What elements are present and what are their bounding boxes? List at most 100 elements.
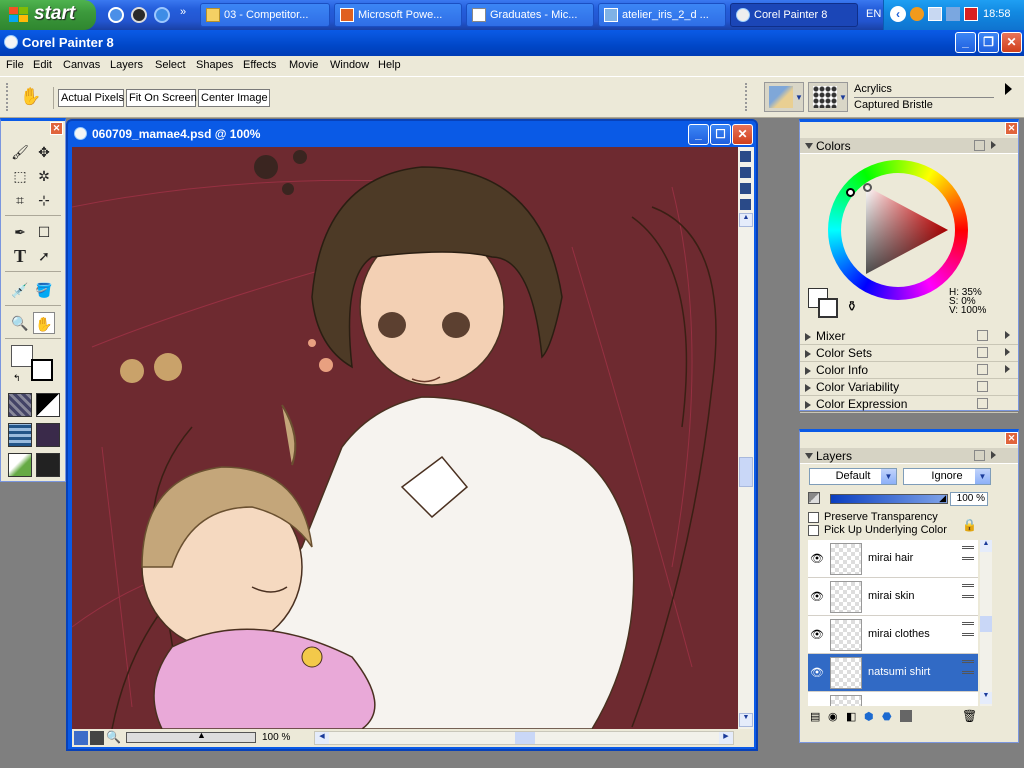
pen-tool-icon[interactable]: ✒ [9, 221, 31, 243]
scroll-right-button[interactable]: ▶ [719, 732, 733, 744]
crop-tool-icon[interactable]: ⌗ [9, 189, 31, 211]
maximize-button[interactable]: ❐ [978, 32, 999, 53]
rectangle-select-tool-icon[interactable]: ⬚ [9, 165, 31, 187]
layer-item[interactable]: 👁 mirai hair [808, 540, 978, 578]
menu-help[interactable]: Help [378, 59, 401, 71]
look-selector-icon[interactable] [36, 453, 60, 477]
layer-item[interactable]: 👁 mirai skin [808, 578, 978, 616]
taskbar-item-atelier[interactable]: atelier_iris_2_d ... [598, 3, 726, 27]
navigator-icon[interactable] [740, 151, 751, 162]
brush-tool-icon[interactable]: 🖌 [9, 141, 31, 163]
scrollbar-thumb[interactable] [980, 616, 992, 632]
canvas-artwork[interactable] [72, 147, 738, 729]
media-player-icon[interactable] [131, 7, 147, 23]
tray-volume-icon[interactable] [946, 7, 960, 21]
scroll-left-button[interactable]: ◀ [315, 732, 329, 744]
taskbar-item-folder[interactable]: 03 - Competitor... [200, 3, 330, 27]
preserve-transparency-checkbox[interactable] [808, 512, 819, 523]
grid-icon[interactable] [740, 167, 751, 178]
main-color-swatch[interactable] [31, 359, 53, 381]
weaving-selector-icon[interactable] [36, 423, 60, 447]
taskbar-item-corel-painter[interactable]: Corel Painter 8 [730, 3, 858, 27]
rectangular-shape-tool-icon[interactable]: ☐ [33, 221, 55, 243]
composite-method-select[interactable]: Default ▼ [809, 468, 897, 485]
tray-app-icon[interactable] [910, 7, 924, 21]
actual-pixels-button[interactable]: Actual Pixels [58, 89, 124, 107]
layer-effects-icon[interactable]: ⬣ [882, 710, 892, 723]
layer-commands-icon[interactable]: ▤ [810, 710, 820, 723]
color-management-icon[interactable] [740, 199, 751, 210]
composite-depth-select[interactable]: Ignore ▼ [903, 468, 991, 485]
menu-layers[interactable]: Layers [110, 59, 143, 71]
close-button[interactable]: ✕ [1001, 32, 1022, 53]
section-color-sets[interactable]: Color Sets [800, 345, 1018, 362]
eye-icon[interactable]: 👁 [810, 628, 824, 641]
lock-icon[interactable]: 🔒 [962, 518, 977, 532]
layer-item[interactable] [808, 692, 978, 706]
brush-category-selector[interactable]: ▼ [764, 82, 804, 112]
doc-close-button[interactable]: ✕ [732, 124, 753, 145]
clone-color-icon[interactable]: ⚱ [846, 298, 858, 315]
fit-on-screen-button[interactable]: Fit On Screen [126, 89, 197, 107]
grip-handle[interactable] [6, 83, 9, 111]
opacity-slider[interactable]: ◢ [830, 493, 948, 504]
section-mixer[interactable]: Mixer [800, 328, 1018, 345]
doc-minimize-button[interactable]: _ [688, 124, 709, 145]
tray-network-icon[interactable] [928, 7, 942, 21]
propbar-arrow-icon[interactable] [1005, 83, 1012, 95]
menu-effects[interactable]: Effects [243, 59, 276, 71]
opacity-slider-thumb[interactable]: ◢ [939, 493, 946, 504]
tracing-icon[interactable] [740, 183, 751, 194]
opacity-value[interactable]: 100 % [950, 492, 988, 506]
scroll-up-button[interactable]: ▲ [980, 540, 992, 552]
layers-scrollbar[interactable]: ▲ ▼ [980, 540, 992, 706]
zoom-slider-thumb[interactable]: ▲ [197, 730, 206, 740]
menu-window[interactable]: Window [330, 59, 369, 71]
zoom-icon[interactable]: 🔍 [106, 730, 121, 744]
menu-select[interactable]: Select [155, 59, 186, 71]
eye-icon[interactable]: 👁 [810, 590, 824, 603]
menu-file[interactable]: File [6, 59, 24, 71]
scroll-up-button[interactable]: ▲ [739, 213, 753, 227]
layer-item[interactable]: 👁 mirai clothes [808, 616, 978, 654]
layer-item-selected[interactable]: 👁 natsumi shirt [808, 654, 978, 692]
magic-wand-tool-icon[interactable]: ✲ [33, 165, 55, 187]
app-icon[interactable] [4, 35, 18, 49]
layers-header[interactable]: Layers [800, 448, 1018, 464]
document-icon[interactable] [74, 127, 87, 140]
layer-mask-icon[interactable]: ◧ [846, 710, 856, 723]
color-indicator[interactable] [863, 183, 872, 192]
gradient-selector-icon[interactable] [36, 393, 60, 417]
dropper-tool-icon[interactable]: 💉 [9, 279, 31, 301]
tray-security-icon[interactable] [964, 7, 978, 21]
internet-explorer-icon[interactable] [154, 7, 170, 23]
delete-layer-icon[interactable]: 🗑 [962, 709, 977, 723]
panel-menu-arrow-icon[interactable] [991, 451, 996, 459]
layer-masks-icon[interactable] [900, 710, 912, 722]
menu-shapes[interactable]: Shapes [196, 59, 233, 71]
section-color-info[interactable]: Color Info [800, 362, 1018, 379]
text-tool-icon[interactable]: T [9, 245, 31, 267]
toolbox-close-button[interactable]: ✕ [50, 122, 63, 135]
more-quicklaunch-icon[interactable]: » [180, 6, 186, 18]
hue-indicator[interactable] [846, 188, 855, 197]
zoom-slider[interactable]: ▲ [126, 730, 256, 743]
scroll-down-button[interactable]: ▼ [739, 713, 753, 727]
swap-colors-icon[interactable]: ↰ [13, 373, 21, 384]
section-color-expression[interactable]: Color Expression [800, 396, 1018, 413]
magnifier-tool-icon[interactable]: 🔍 [9, 312, 31, 334]
nozzle-selector-icon[interactable] [8, 453, 32, 477]
section-color-variability[interactable]: Color Variability [800, 379, 1018, 396]
new-layer-icon[interactable]: ⬢ [864, 710, 874, 723]
colors-header[interactable]: Colors [800, 138, 1018, 154]
show-desktop-icon[interactable] [108, 7, 124, 23]
paint-bucket-tool-icon[interactable]: 🪣 [33, 279, 55, 301]
paper-selector-icon[interactable] [8, 393, 32, 417]
menu-edit[interactable]: Edit [33, 59, 52, 71]
tray-back-icon[interactable]: ‹ [890, 6, 906, 22]
taskbar-item-powerpoint[interactable]: Microsoft Powe... [334, 3, 462, 27]
pattern-selector-icon[interactable] [8, 423, 32, 447]
drawing-mode-icon[interactable] [74, 731, 88, 745]
center-image-button[interactable]: Center Image [198, 89, 270, 107]
info-icon[interactable] [90, 731, 104, 745]
